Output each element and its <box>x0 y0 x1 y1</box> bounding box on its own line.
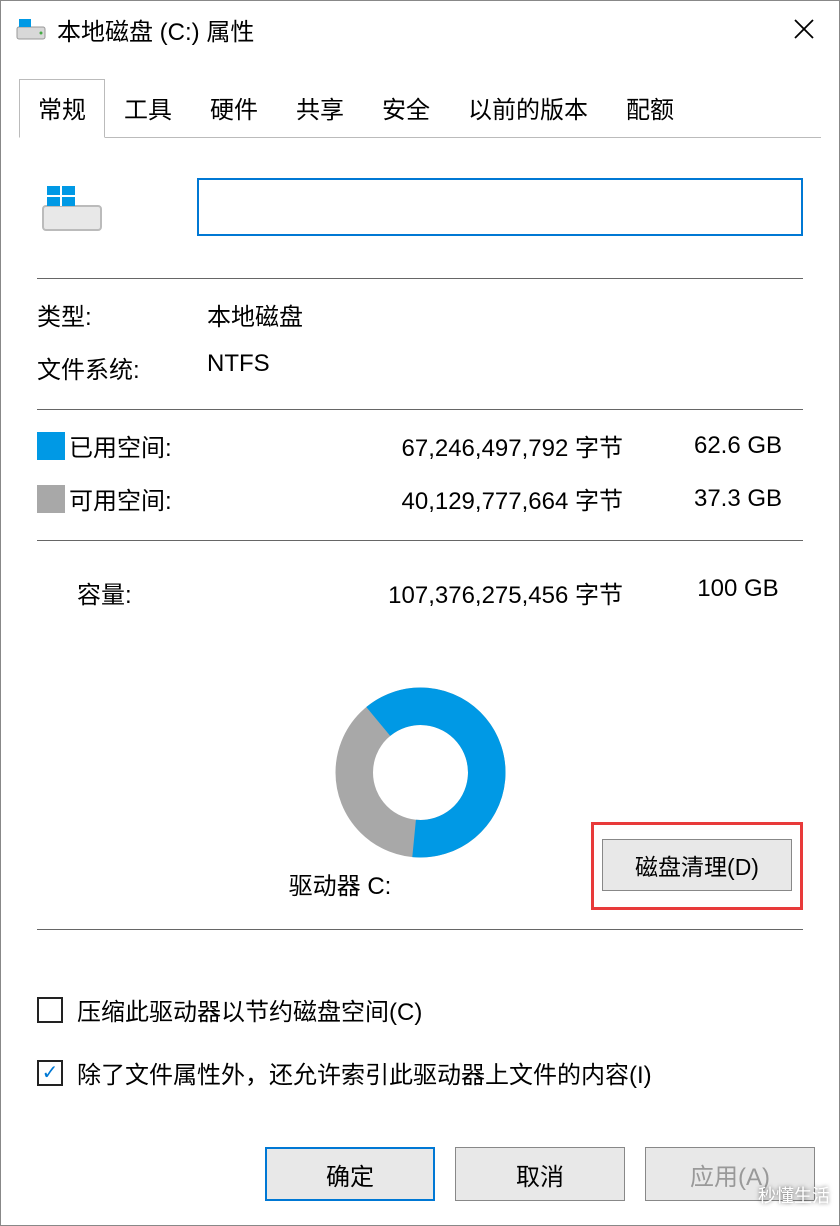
divider <box>37 540 803 541</box>
used-space-swatch <box>37 432 65 460</box>
compress-checkbox[interactable] <box>37 997 63 1023</box>
type-value: 本地磁盘 <box>207 297 803 332</box>
drive-label: 驱动器 C: <box>289 866 392 901</box>
tab-content: 类型: 本地磁盘 文件系统: NTFS 已用空间: 67,246,497,792… <box>1 138 839 1127</box>
divider <box>37 278 803 279</box>
compress-checkbox-row[interactable]: 压缩此驱动器以节约磁盘空间(C) <box>37 992 803 1027</box>
index-checkbox-row[interactable]: 除了文件属性外，还允许索引此驱动器上文件的内容(I) <box>37 1055 803 1090</box>
free-space-bytes: 40,129,777,664 字节 <box>219 481 673 516</box>
tab-hardware[interactable]: 硬件 <box>191 79 277 137</box>
filesystem-label: 文件系统: <box>37 350 207 385</box>
cancel-button[interactable]: 取消 <box>455 1147 625 1201</box>
tab-security[interactable]: 安全 <box>363 79 449 137</box>
dialog-buttons: 确定 取消 应用(A) <box>1 1127 839 1225</box>
filesystem-value: NTFS <box>207 350 803 385</box>
drive-icon <box>15 13 47 45</box>
type-label: 类型: <box>37 297 207 332</box>
compress-label: 压缩此驱动器以节约磁盘空间(C) <box>77 992 422 1027</box>
tab-quota[interactable]: 配额 <box>607 79 693 137</box>
drive-label-row: 驱动器 C: 磁盘清理(D) <box>37 866 803 901</box>
usage-donut-chart <box>333 685 508 860</box>
cleanup-highlight: 磁盘清理(D) <box>591 822 803 910</box>
close-icon <box>793 18 815 40</box>
capacity-bytes: 107,376,275,456 字节 <box>219 575 673 610</box>
tab-tools[interactable]: 工具 <box>105 79 191 137</box>
tab-sharing[interactable]: 共享 <box>277 79 363 137</box>
window-title: 本地磁盘 (C:) 属性 <box>57 12 254 47</box>
tab-previous-versions[interactable]: 以前的版本 <box>449 79 607 137</box>
index-checkbox[interactable] <box>37 1060 63 1086</box>
properties-dialog: 本地磁盘 (C:) 属性 常规 工具 硬件 共享 安全 以前的版本 配额 类型:… <box>0 0 840 1226</box>
divider <box>37 409 803 410</box>
space-section: 已用空间: 67,246,497,792 字节 62.6 GB 可用空间: 40… <box>37 428 803 516</box>
used-space-bytes: 67,246,497,792 字节 <box>219 428 673 463</box>
free-space-swatch <box>37 485 65 513</box>
watermark: 秒懂生活 <box>758 1182 830 1208</box>
titlebar: 本地磁盘 (C:) 属性 <box>1 1 839 57</box>
ok-button[interactable]: 确定 <box>265 1147 435 1201</box>
info-section: 类型: 本地磁盘 文件系统: NTFS <box>37 297 803 385</box>
tab-strip: 常规 工具 硬件 共享 安全 以前的版本 配额 <box>19 79 821 138</box>
free-space-label: 可用空间: <box>69 481 219 516</box>
disk-cleanup-button[interactable]: 磁盘清理(D) <box>602 839 792 891</box>
tab-general[interactable]: 常规 <box>19 79 105 138</box>
used-space-gb: 62.6 GB <box>673 432 803 460</box>
capacity-section: 容量: 107,376,275,456 字节 100 GB <box>37 575 803 610</box>
drive-name-row <box>37 172 803 242</box>
used-space-label: 已用空间: <box>69 428 219 463</box>
drive-name-input[interactable] <box>197 178 803 236</box>
drive-icon-large <box>37 172 107 242</box>
free-space-gb: 37.3 GB <box>673 485 803 513</box>
close-button[interactable] <box>769 1 839 57</box>
capacity-gb: 100 GB <box>673 575 803 610</box>
divider <box>37 929 803 930</box>
index-label: 除了文件属性外，还允许索引此驱动器上文件的内容(I) <box>77 1055 652 1090</box>
capacity-label: 容量: <box>37 575 219 610</box>
